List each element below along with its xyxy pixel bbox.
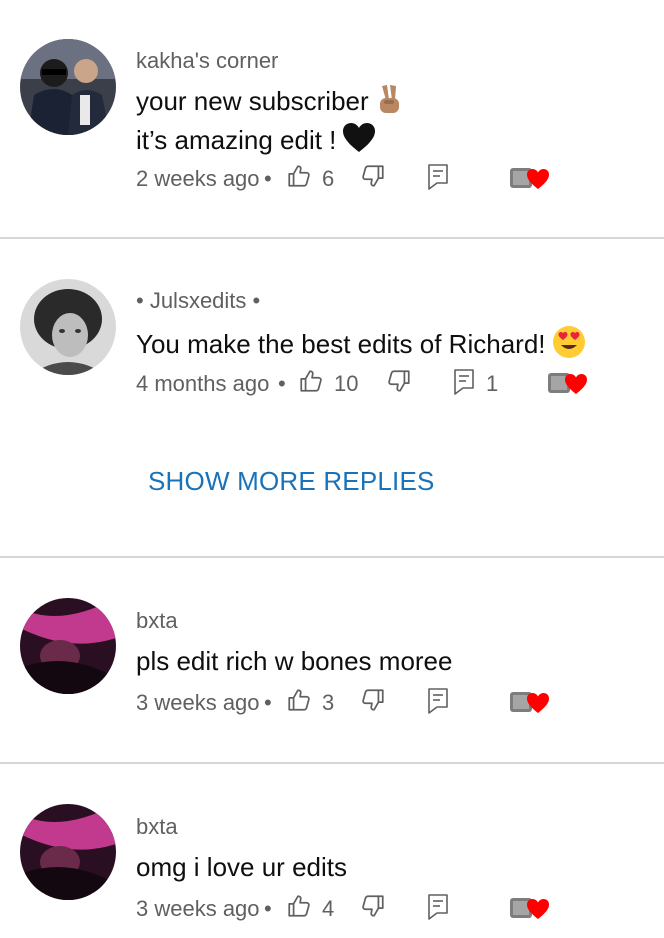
thumbs-down-icon (362, 165, 384, 187)
avatar[interactable] (20, 279, 116, 375)
comment-actions: 3 weeks ago • 4 (136, 893, 556, 923)
victory-hand-emoji (375, 84, 403, 122)
thumbs-up-icon (288, 895, 310, 917)
separator-dot: • (264, 896, 272, 921)
creator-heart-icon (510, 168, 549, 189)
like-button[interactable] (286, 893, 312, 925)
comment-text-line: it’s amazing edit ! (136, 125, 337, 155)
separator-dot: • (278, 371, 286, 396)
like-count: 4 (322, 896, 335, 921)
comment: bxta omg i love ur edits 3 weeks ago • 4 (0, 764, 664, 938)
comment-timestamp[interactable]: 4 months ago (136, 371, 269, 397)
creator-heart-badge[interactable] (508, 165, 550, 197)
dislike-button[interactable] (360, 687, 386, 719)
like-count: 6 (322, 166, 335, 191)
comment-author[interactable]: kakha's corner (136, 48, 278, 74)
comment-text: You make the best edits of Richard! (136, 325, 586, 367)
creator-heart-badge[interactable] (508, 895, 550, 927)
reply-icon (428, 894, 448, 920)
like-button[interactable] (286, 687, 312, 719)
reply-count: 1 (486, 371, 499, 396)
separator-dot: • (264, 166, 272, 191)
heart-eyes-emoji (552, 325, 586, 367)
comment-actions: 4 months ago • 10 1 (136, 368, 596, 398)
thumbs-down-icon (362, 895, 384, 917)
reply-button[interactable] (426, 687, 450, 721)
reply-button[interactable] (426, 893, 450, 927)
avatar[interactable] (20, 39, 116, 135)
comment: kakha's corner your new subscriber it’s … (0, 0, 664, 238)
creator-heart-icon (510, 692, 549, 713)
comment-timestamp[interactable]: 2 weeks ago (136, 166, 260, 192)
reply-button[interactable] (426, 163, 450, 197)
thumbs-up-icon (300, 370, 322, 392)
creator-heart-icon (548, 373, 587, 394)
comment: • Julsxedits • You make the best edits o… (0, 239, 664, 557)
avatar[interactable] (20, 804, 116, 900)
comment-text: omg i love ur edits (136, 850, 347, 884)
creator-heart-icon (510, 898, 549, 919)
creator-heart-badge[interactable] (546, 370, 588, 402)
reply-icon (454, 369, 474, 395)
comment-author[interactable]: • Julsxedits • (136, 288, 260, 314)
black-heart-emoji (342, 122, 376, 162)
dislike-button[interactable] (360, 893, 386, 925)
comment-actions: 3 weeks ago • 3 (136, 687, 556, 717)
reply-icon (428, 688, 448, 714)
avatar[interactable] (20, 598, 116, 694)
comment-author[interactable]: bxta (136, 814, 178, 840)
thumbs-down-icon (388, 370, 410, 392)
comment: bxta pls edit rich w bones moree 3 weeks… (0, 558, 664, 762)
dislike-button[interactable] (360, 163, 386, 195)
thumbs-down-icon (362, 689, 384, 711)
comment-text: pls edit rich w bones moree (136, 644, 452, 678)
comment-text-line: your new subscriber (136, 86, 369, 116)
comment-text-line: omg i love ur edits (136, 852, 347, 882)
reply-button[interactable] (452, 368, 476, 402)
comment-timestamp[interactable]: 3 weeks ago (136, 896, 260, 922)
like-button[interactable] (286, 163, 312, 195)
show-more-replies-button[interactable]: SHOW MORE REPLIES (148, 466, 435, 497)
comment-author[interactable]: bxta (136, 608, 178, 634)
comment-text: your new subscriber it’s amazing edit ! (136, 84, 403, 162)
comment-text-line: pls edit rich w bones moree (136, 646, 453, 676)
creator-heart-badge[interactable] (508, 689, 550, 721)
like-count: 10 (334, 371, 359, 396)
like-count: 3 (322, 690, 335, 715)
comment-text-line: You make the best edits of Richard! (136, 328, 546, 359)
dislike-button[interactable] (386, 368, 412, 400)
thumbs-up-icon (288, 165, 310, 187)
comment-timestamp[interactable]: 3 weeks ago (136, 690, 260, 716)
thumbs-up-icon (288, 689, 310, 711)
comment-actions: 2 weeks ago • 6 (136, 163, 556, 193)
like-button[interactable] (298, 368, 324, 400)
reply-icon (428, 164, 448, 190)
separator-dot: • (264, 690, 272, 715)
